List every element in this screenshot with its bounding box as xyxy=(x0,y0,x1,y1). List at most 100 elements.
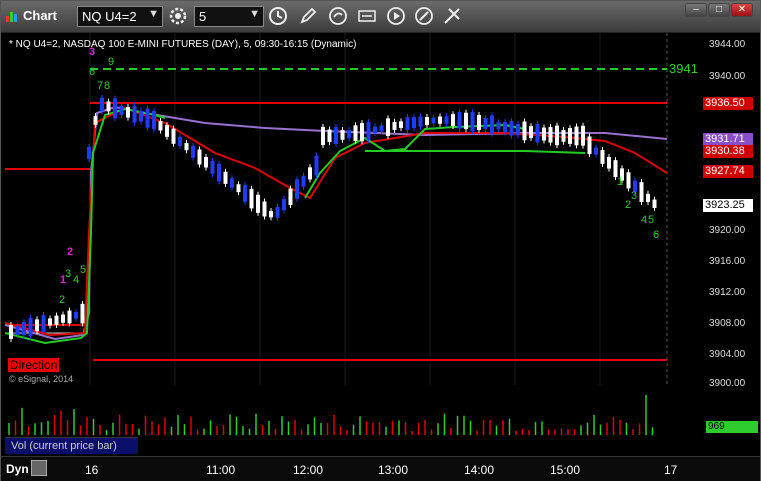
candle-body xyxy=(483,117,488,129)
candle-body xyxy=(184,142,189,151)
time-label: 15:00 xyxy=(550,463,581,477)
price-tag-ema: 3930.38 xyxy=(703,145,753,158)
candle-body xyxy=(431,117,436,124)
pencil-icon[interactable] xyxy=(297,5,319,27)
candle-body xyxy=(54,315,59,325)
candle-body xyxy=(399,121,403,129)
candle-body xyxy=(444,116,449,124)
volume-panel-label[interactable]: Vol (current price bar) xyxy=(5,437,138,454)
candle-body xyxy=(386,118,390,137)
candle-body xyxy=(340,130,345,140)
price-tick: 3912.00 xyxy=(709,287,746,298)
chart-levels xyxy=(5,68,667,361)
candle-body xyxy=(418,116,423,127)
candle-body xyxy=(197,149,202,165)
price-axis[interactable]: 3944.00 3940.00 3920.00 3916.00 3912.00 … xyxy=(703,33,760,389)
candle-body xyxy=(145,108,150,128)
minimize-button[interactable]: – xyxy=(685,3,707,17)
candle-body xyxy=(171,128,176,144)
candle-body xyxy=(243,185,247,202)
candle-body xyxy=(100,97,104,112)
interval-combo[interactable]: 5 ▼ xyxy=(194,6,264,27)
candle-body xyxy=(314,155,319,176)
candle-body xyxy=(327,129,332,143)
price-tick: 3944.00 xyxy=(709,39,746,50)
candle-body xyxy=(158,121,163,131)
candle-body xyxy=(178,136,182,146)
quote-icon[interactable] xyxy=(356,5,378,27)
price-tick: 3916.00 xyxy=(709,256,746,267)
time-label: 13:00 xyxy=(378,463,409,477)
chevron-down-icon[interactable]: ▼ xyxy=(249,8,260,20)
candle-body xyxy=(373,126,377,134)
candle-body xyxy=(321,126,325,146)
candle-body xyxy=(9,325,13,339)
candle-body xyxy=(470,112,475,132)
price-tick: 3908.00 xyxy=(709,318,746,329)
dyn-toggle-icon[interactable] xyxy=(31,460,47,476)
candle-body xyxy=(210,160,215,174)
price-tag-last: 3923.25 xyxy=(703,199,753,212)
sequence-label: 2 xyxy=(59,294,65,306)
volume-chart[interactable] xyxy=(5,390,668,435)
maximize-button[interactable]: □ xyxy=(708,3,730,17)
price-tick: 3900.00 xyxy=(709,378,746,389)
volume-bars xyxy=(8,395,654,435)
candle-body xyxy=(477,114,481,130)
sequence-label: 3 xyxy=(65,268,71,280)
candle-body xyxy=(132,105,137,123)
candle-body xyxy=(594,147,598,155)
interval-value: 5 xyxy=(199,9,207,24)
candle-body xyxy=(529,126,533,139)
time-axis[interactable]: Dyn 16 11:00 12:00 13:00 14:00 15:00 17 xyxy=(1,456,760,481)
candle-body xyxy=(581,125,585,146)
candle-body xyxy=(165,125,169,137)
candle-body xyxy=(74,311,78,319)
chart-grid xyxy=(89,33,668,385)
close-button[interactable]: ✕ xyxy=(731,3,753,17)
candle-body xyxy=(256,194,260,213)
candle-body xyxy=(503,121,507,133)
sequence-label: 6 xyxy=(89,66,95,78)
candle-body xyxy=(405,117,410,130)
direction-badge[interactable]: Direction xyxy=(8,358,60,372)
chart-app-icon xyxy=(6,12,17,22)
candle-body xyxy=(366,122,371,140)
chevron-down-icon[interactable]: ▼ xyxy=(148,8,159,20)
price-tick: 3940.00 xyxy=(709,71,746,82)
sequence-label: 2 xyxy=(67,246,73,258)
price-chart[interactable]: 3967 8213 4521324 56 xyxy=(5,33,668,385)
price-tick: 3920.00 xyxy=(709,225,746,236)
refresh-icon[interactable] xyxy=(327,5,349,27)
candle-body xyxy=(22,322,26,336)
time-label: 12:00 xyxy=(293,463,324,477)
sequence-label: 6 xyxy=(653,229,659,241)
candle-body xyxy=(652,199,657,208)
candle-body xyxy=(223,171,228,184)
candle-body xyxy=(626,172,631,189)
play-icon[interactable] xyxy=(385,5,407,27)
candle-body xyxy=(457,112,462,129)
crosshair-icon[interactable] xyxy=(441,5,463,27)
candle-body xyxy=(392,121,397,130)
candle-body xyxy=(35,319,39,332)
settings-gear-icon[interactable] xyxy=(167,5,189,27)
clock-icon[interactable] xyxy=(267,5,289,27)
candle-body xyxy=(15,325,20,336)
sequence-label: 1 xyxy=(617,176,623,188)
time-label: 11:00 xyxy=(206,463,236,477)
candle-body xyxy=(587,136,592,155)
candle-body xyxy=(113,98,117,119)
candle-body xyxy=(282,198,286,211)
candle-body xyxy=(535,123,540,143)
candle-body xyxy=(509,121,514,136)
link-icon[interactable] xyxy=(413,5,435,27)
symbol-combo[interactable]: NQ U4=2 ▼ xyxy=(77,6,163,27)
chart-window: Chart NQ U4=2 ▼ 5 ▼ – □ ✕ 3 9 6 7 8 2 1 … xyxy=(0,0,761,481)
candle-body xyxy=(360,123,364,142)
candle-body xyxy=(308,167,312,180)
candle-body xyxy=(230,178,234,188)
candle-body xyxy=(574,126,579,146)
candle-body xyxy=(516,124,520,136)
copyright-text: © eSignal, 2014 xyxy=(9,374,74,384)
